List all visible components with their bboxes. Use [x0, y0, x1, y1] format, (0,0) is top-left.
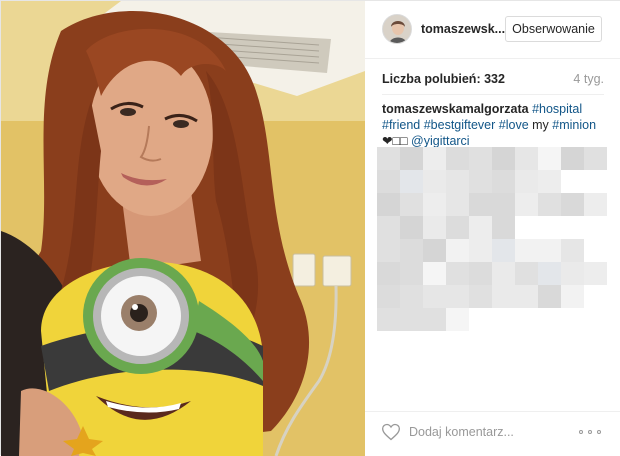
pixelated-cell: [423, 308, 446, 331]
profile-avatar[interactable]: [382, 14, 412, 44]
pixelated-cell: [400, 285, 423, 308]
pixelated-cell: [400, 170, 423, 193]
pixelated-cell: [423, 193, 446, 216]
dot: [588, 430, 592, 434]
caption-text-fragment: ❤□□: [382, 134, 412, 148]
pixelated-cell: [538, 170, 561, 193]
following-button[interactable]: Obserwowanie: [505, 16, 602, 42]
pixelated-cell: [561, 193, 584, 216]
pixelated-cell: [377, 285, 400, 308]
caption-hashtag-link[interactable]: @yigittarci: [411, 134, 470, 148]
pixelated-cell: [423, 239, 446, 262]
post-photo[interactable]: [1, 1, 365, 456]
pixelated-cell: [446, 262, 469, 285]
pixelated-cell: [538, 262, 561, 285]
caption-hashtag-link[interactable]: #hospital: [532, 102, 582, 116]
likes-row: Liczba polubień: 332 4 tyg.: [382, 72, 604, 90]
pixelated-cell: [446, 308, 469, 331]
pixelated-cell: [377, 147, 400, 170]
pixelated-cell: [446, 216, 469, 239]
pixelated-cell: [446, 239, 469, 262]
pixelated-cell: [446, 147, 469, 170]
pixelated-cell: [492, 147, 515, 170]
pixelated-cell: [377, 170, 400, 193]
dot: [597, 430, 601, 434]
pixelated-cell: [469, 285, 492, 308]
post-caption: tomaszewskamalgorzata #hospital #friend …: [382, 101, 604, 149]
caption-hashtag-link[interactable]: #bestgiftever: [424, 118, 496, 132]
pixelated-cell: [446, 285, 469, 308]
caption-hashtag-link[interactable]: #minion: [552, 118, 596, 132]
pixelated-cell: [561, 239, 584, 262]
pixelated-cell: [446, 170, 469, 193]
caption-hashtag-link[interactable]: #love: [499, 118, 529, 132]
pixelated-cell: [584, 262, 607, 285]
pixelated-cell: [400, 308, 423, 331]
more-options-icon[interactable]: [577, 422, 603, 442]
pixelated-cell: [492, 216, 515, 239]
add-comment-input[interactable]: [409, 421, 559, 443]
pixelated-cell: [400, 147, 423, 170]
pixelated-cell: [377, 239, 400, 262]
pixelated-cell: [584, 147, 607, 170]
pixelated-cell: [377, 193, 400, 216]
post-timestamp[interactable]: 4 tyg.: [573, 72, 604, 86]
pixelated-cell: [400, 262, 423, 285]
pixelated-cell: [377, 216, 400, 239]
caption-author[interactable]: tomaszewskamalgorzata: [382, 102, 529, 116]
pixelated-cell: [492, 193, 515, 216]
pixelated-cell: [538, 147, 561, 170]
post-side-panel: tomaszewsk... Obserwowanie Liczba polubi…: [365, 1, 620, 456]
pixelated-cell: [515, 239, 538, 262]
pixelated-cell: [584, 193, 607, 216]
pixelated-cell: [400, 193, 423, 216]
pixelated-cell: [469, 193, 492, 216]
pixelated-cell: [492, 170, 515, 193]
pixelated-cell: [423, 170, 446, 193]
instagram-post-embed: tomaszewsk... Obserwowanie Liczba polubi…: [0, 0, 620, 456]
pixelated-cell: [423, 285, 446, 308]
comment-bar: [365, 411, 620, 456]
pixelated-cell: [400, 216, 423, 239]
pixelated-cell: [377, 308, 400, 331]
selfie-with-minion-photo: [1, 1, 365, 456]
pixelated-cell: [400, 239, 423, 262]
divider: [382, 94, 604, 95]
pixelated-cell: [538, 239, 561, 262]
caption-text-fragment: my: [528, 118, 553, 132]
pixelated-cell: [561, 262, 584, 285]
pixelated-cell: [423, 262, 446, 285]
pixelated-cell: [515, 193, 538, 216]
heart-icon[interactable]: [381, 422, 401, 442]
pixelated-cell: [469, 239, 492, 262]
avatar-icon: [383, 15, 411, 43]
pixelated-cell: [446, 193, 469, 216]
pixelated-cell: [561, 147, 584, 170]
pixelated-cell: [561, 285, 584, 308]
pixelated-cell: [469, 262, 492, 285]
pixelated-comments: [377, 147, 607, 331]
pixelated-cell: [469, 170, 492, 193]
pixelated-cell: [377, 262, 400, 285]
pixelated-cell: [515, 285, 538, 308]
pixelated-cell: [538, 285, 561, 308]
post-author-username[interactable]: tomaszewsk...: [421, 22, 505, 36]
pixelated-cell: [423, 147, 446, 170]
pixelated-cell: [492, 285, 515, 308]
likes-count[interactable]: Liczba polubień: 332: [382, 72, 505, 86]
dot: [579, 430, 583, 434]
pixelated-cell: [515, 170, 538, 193]
caption-hashtag-link[interactable]: #friend: [382, 118, 420, 132]
pixelated-cell: [515, 147, 538, 170]
pixelated-cell: [492, 239, 515, 262]
pixelated-cell: [538, 193, 561, 216]
post-header: tomaszewsk... Obserwowanie: [365, 1, 620, 59]
pixelated-cell: [515, 262, 538, 285]
pixelated-cell: [423, 216, 446, 239]
pixelated-cell: [469, 147, 492, 170]
pixelated-cell: [469, 216, 492, 239]
pixelated-cell: [492, 262, 515, 285]
